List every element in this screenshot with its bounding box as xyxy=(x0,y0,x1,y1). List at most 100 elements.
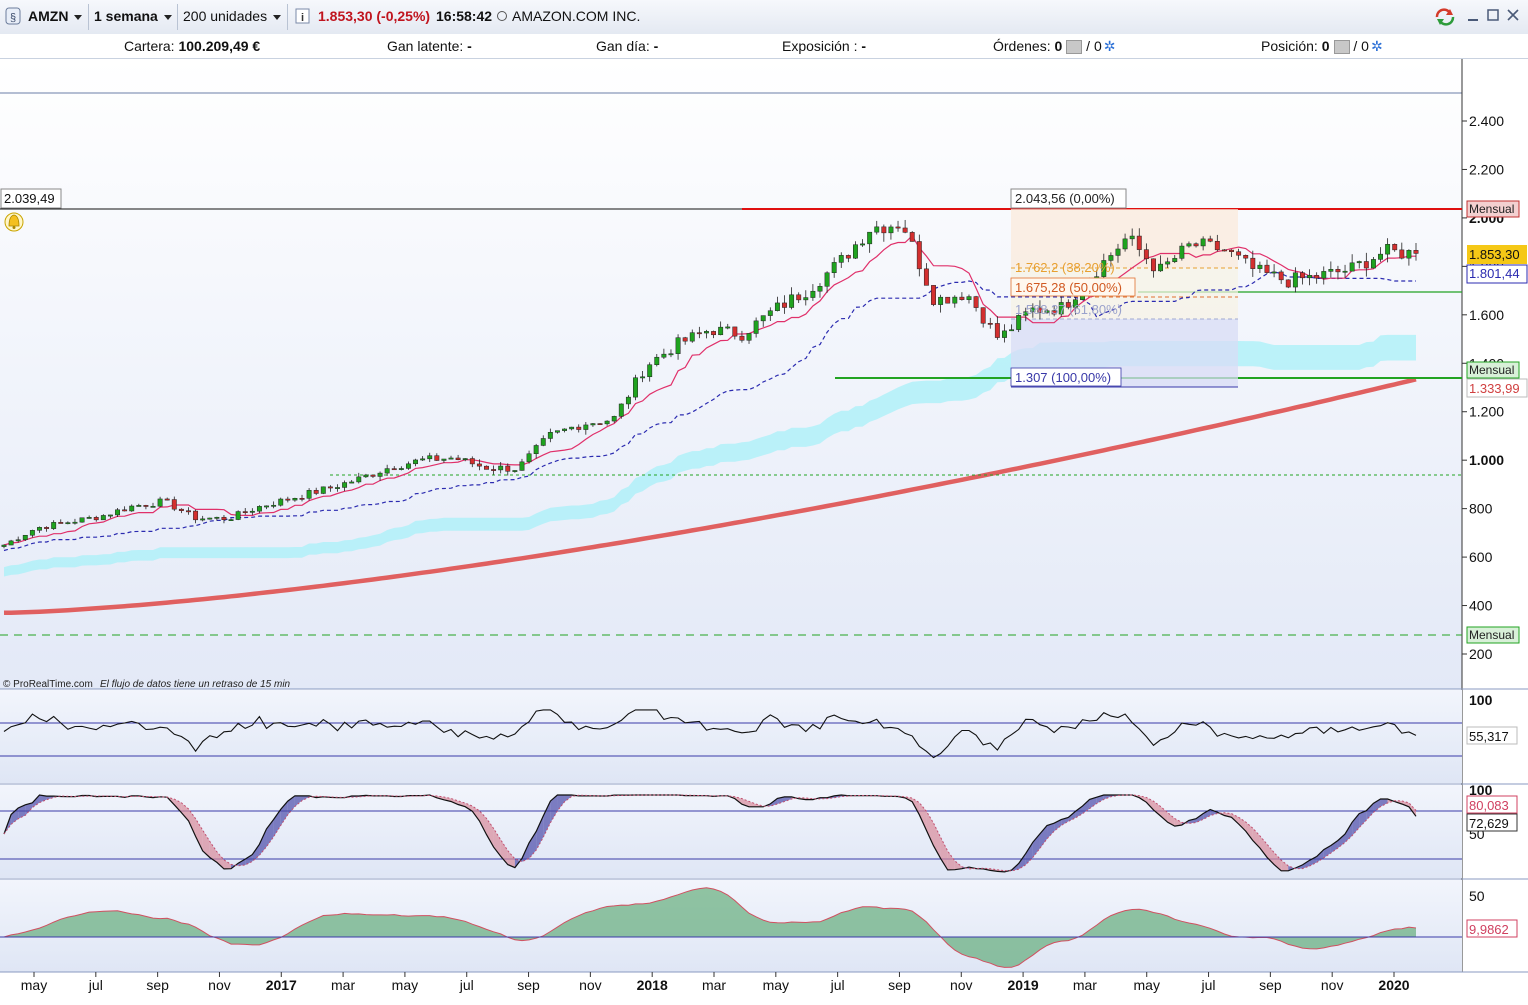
candle-body xyxy=(647,365,651,377)
position-box-icon[interactable] xyxy=(1334,40,1350,54)
candle-body xyxy=(789,295,793,308)
orders-value-secondary: / 0 xyxy=(1086,38,1102,54)
link-icon[interactable]: § xyxy=(4,5,22,27)
candle-body xyxy=(371,475,375,476)
svg-text:i: i xyxy=(301,12,304,24)
candle-body xyxy=(16,540,20,541)
candle-body xyxy=(704,331,708,333)
monthly-mid-label: Mensual xyxy=(1469,363,1514,377)
candle-body xyxy=(1123,239,1127,249)
candle-body xyxy=(1009,330,1013,331)
daily-gain-field: Gan día: - xyxy=(596,37,658,55)
time-tick-label: may xyxy=(392,977,418,993)
candle-body xyxy=(257,506,261,511)
timeframe-selector[interactable]: 1 semana xyxy=(94,5,172,27)
orders-value: 0 xyxy=(1054,38,1062,54)
price-tick-label: 800 xyxy=(1469,501,1493,517)
candle-body xyxy=(506,466,510,471)
candle-body xyxy=(938,297,942,304)
info-icon[interactable]: i xyxy=(295,5,311,27)
unrealized-field: Gan latente: - xyxy=(387,37,472,55)
exposure-label: Exposición : xyxy=(782,38,857,54)
fibonacci-retracement[interactable] xyxy=(1011,209,1238,387)
fib-label-50: 1.675,28 (50,00%) xyxy=(1015,280,1122,295)
candle-body xyxy=(378,473,382,476)
price-tick-label: 600 xyxy=(1469,549,1493,565)
refresh-icon[interactable] xyxy=(1433,8,1457,30)
candle-body xyxy=(243,512,247,513)
candle-body xyxy=(1357,261,1361,262)
candle-body xyxy=(144,505,148,506)
candle-body xyxy=(399,468,403,469)
candle-body xyxy=(662,354,666,357)
symbol-selector[interactable]: AMZN xyxy=(28,5,82,27)
candle-body xyxy=(1307,275,1311,278)
candle-body xyxy=(94,517,98,520)
candle-body xyxy=(222,517,226,520)
candle-body xyxy=(1002,331,1006,338)
candle-body xyxy=(513,470,517,471)
close-icon[interactable] xyxy=(1506,8,1520,28)
time-tick-label: nov xyxy=(579,977,602,993)
units-selector[interactable]: 200 unidades xyxy=(183,5,281,27)
fib-label-100: 1.307 (100,00%) xyxy=(1015,370,1111,385)
candle-body xyxy=(534,445,538,453)
candle-body xyxy=(1329,269,1333,271)
candle-body xyxy=(825,273,829,287)
time-tick-label: jul xyxy=(459,977,474,993)
price-axis-bg xyxy=(1462,59,1528,1000)
candle-body xyxy=(711,331,715,334)
candle-body xyxy=(73,522,77,523)
time-tick-label: sep xyxy=(517,977,540,993)
candle-body xyxy=(733,327,737,336)
maximize-icon[interactable] xyxy=(1486,8,1500,28)
candle-body xyxy=(960,297,964,300)
candle-body xyxy=(442,459,446,461)
candle-body xyxy=(669,354,673,355)
candle-body xyxy=(1371,259,1375,268)
price-tick-label: 1.600 xyxy=(1469,307,1504,323)
candle-body xyxy=(903,228,907,232)
candle-body xyxy=(385,469,389,474)
chart-area[interactable]: 2.4002.2002.0001.8001.6001.4001.2001.000… xyxy=(0,58,1528,1000)
candle-body xyxy=(931,285,935,304)
unrealized-label: Gan latente: xyxy=(387,38,463,54)
time-tick-label: nov xyxy=(1321,977,1344,993)
minimize-icon[interactable] xyxy=(1466,8,1480,28)
candle-body xyxy=(130,506,134,511)
portfolio-bar: Cartera: 100.209,49 € Gan latente: - Gan… xyxy=(0,34,1528,59)
price-chart[interactable]: 2.4002.2002.0001.8001.6001.4001.2001.000… xyxy=(0,58,1528,1000)
candle-body xyxy=(541,438,545,445)
osc3-value: 9,9862 xyxy=(1469,922,1509,937)
orders-field[interactable]: Órdenes: 0 / 0✲ xyxy=(993,37,1115,55)
candle-body xyxy=(853,245,857,259)
timeframe-label: 1 semana xyxy=(94,8,158,24)
price-tick-label: 1.200 xyxy=(1469,404,1504,420)
alert-bell-icon[interactable] xyxy=(5,213,23,231)
orders-label: Órdenes: xyxy=(993,38,1051,54)
candle-body xyxy=(527,454,531,462)
price-tick-label: 200 xyxy=(1469,646,1493,662)
orders-box-icon[interactable] xyxy=(1066,40,1082,54)
candle-body xyxy=(981,308,985,324)
position-field[interactable]: Posición: 0 / 0✲ xyxy=(1261,37,1383,55)
candle-body xyxy=(392,469,396,470)
chevron-down-icon xyxy=(74,15,82,20)
osc1-top-tick: 100 xyxy=(1469,692,1493,708)
candle-body xyxy=(321,487,325,494)
gear-icon[interactable]: ✲ xyxy=(1371,38,1383,54)
candle-body xyxy=(782,303,786,308)
candle-body xyxy=(1322,271,1326,278)
candle-body xyxy=(1414,250,1418,253)
time-tick-label: jul xyxy=(830,977,845,993)
candle-body xyxy=(349,482,353,483)
candle-body xyxy=(484,466,488,469)
ma-value-label: 1.333,99 xyxy=(1469,381,1520,396)
candle-body xyxy=(80,518,84,522)
candle-body xyxy=(293,498,297,500)
gear-icon[interactable]: ✲ xyxy=(1104,38,1116,54)
candle-body xyxy=(286,499,290,500)
candle-body xyxy=(300,498,304,499)
candle-body xyxy=(1393,244,1397,250)
candle-body xyxy=(768,311,772,316)
